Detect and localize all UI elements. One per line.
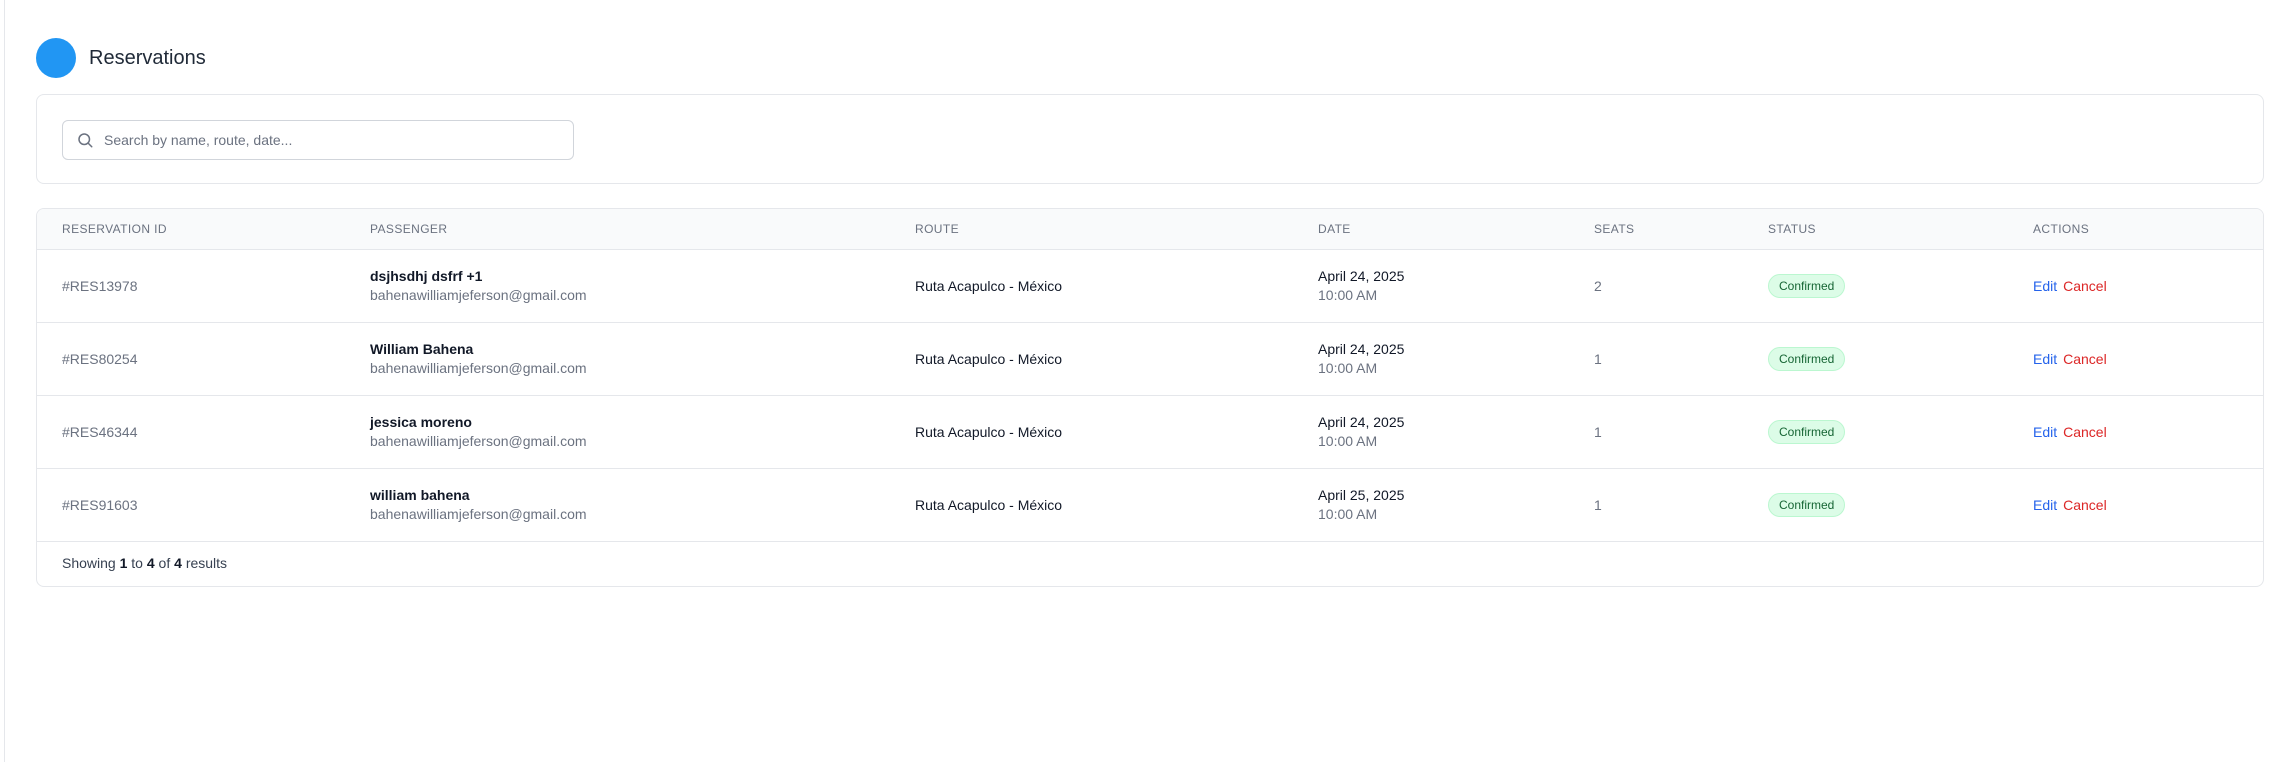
column-header-status: STATUS bbox=[1743, 209, 2008, 250]
pagination-to: 4 bbox=[146, 555, 155, 571]
reservation-id: #RES80254 bbox=[62, 350, 138, 367]
left-edge-divider bbox=[0, 0, 5, 762]
table-row: #RES13978 dsjhsdhj dsfrf +1 bahenawilliam… bbox=[37, 249, 2263, 322]
pagination-suffix: results bbox=[185, 555, 228, 571]
reservation-id: #RES13978 bbox=[62, 277, 138, 294]
search-box[interactable] bbox=[62, 120, 574, 160]
passenger-email: bahenawilliamjeferson@gmail.com bbox=[370, 433, 587, 449]
pagination-from: 1 bbox=[119, 555, 128, 571]
reservations-table-card: RESERVATION ID PASSENGER ROUTE DATE SEAT… bbox=[36, 208, 2264, 587]
search-input[interactable] bbox=[104, 132, 544, 148]
status-badge: Confirmed bbox=[1768, 273, 1846, 298]
route: Ruta Acapulco - México bbox=[915, 496, 1063, 513]
column-header-seats: SEATS bbox=[1569, 209, 1743, 250]
reservations-table: RESERVATION ID PASSENGER ROUTE DATE SEAT… bbox=[37, 209, 2263, 542]
table-row: #RES46344 jessica moreno bahenawilliamjef… bbox=[37, 395, 2263, 468]
passenger-name: William Bahena bbox=[370, 341, 474, 357]
route: Ruta Acapulco - México bbox=[915, 277, 1063, 294]
route: Ruta Acapulco - México bbox=[915, 423, 1063, 440]
page-header: Reservations bbox=[36, 38, 206, 78]
seats-count: 1 bbox=[1594, 350, 1602, 367]
passenger-email: bahenawilliamjeferson@gmail.com bbox=[370, 360, 587, 376]
column-header-date: DATE bbox=[1293, 209, 1569, 250]
passenger-name: dsjhsdhj dsfrf +1 bbox=[370, 268, 483, 284]
edit-button[interactable]: Edit bbox=[2033, 351, 2057, 367]
passenger-name: william bahena bbox=[370, 487, 470, 503]
search-icon bbox=[76, 130, 96, 150]
reservation-id: #RES46344 bbox=[62, 423, 138, 440]
seats-count: 1 bbox=[1594, 423, 1602, 440]
cancel-button[interactable]: Cancel bbox=[2063, 497, 2107, 513]
table-row: #RES91603 william bahena bahenawilliamjef… bbox=[37, 468, 2263, 541]
pagination-summary: Showing 1 to 4 of 4 results bbox=[37, 542, 2263, 585]
route: Ruta Acapulco - México bbox=[915, 350, 1063, 367]
cancel-button[interactable]: Cancel bbox=[2063, 351, 2107, 367]
pagination-of-word: of bbox=[158, 555, 171, 571]
reservation-time: 10:00 AM bbox=[1318, 287, 1378, 303]
edit-button[interactable]: Edit bbox=[2033, 424, 2057, 440]
passenger-email: bahenawilliamjeferson@gmail.com bbox=[370, 287, 587, 303]
reservation-date: April 24, 2025 bbox=[1318, 414, 1405, 430]
passenger-email: bahenawilliamjeferson@gmail.com bbox=[370, 506, 587, 522]
column-header-reservation-id: RESERVATION ID bbox=[37, 209, 345, 250]
reservation-date: April 24, 2025 bbox=[1318, 268, 1405, 284]
table-row: #RES80254 William Bahena bahenawilliamjef… bbox=[37, 322, 2263, 395]
status-badge: Confirmed bbox=[1768, 346, 1846, 371]
reservation-date: April 25, 2025 bbox=[1318, 487, 1405, 503]
page-title: Reservations bbox=[89, 46, 206, 69]
cancel-button[interactable]: Cancel bbox=[2063, 278, 2107, 294]
reservation-id: #RES91603 bbox=[62, 496, 138, 513]
column-header-actions: ACTIONS bbox=[2008, 209, 2263, 250]
reservation-time: 10:00 AM bbox=[1318, 360, 1378, 376]
search-card bbox=[36, 94, 2264, 184]
pagination-prefix: Showing bbox=[62, 555, 116, 571]
status-badge: Confirmed bbox=[1768, 419, 1846, 444]
edit-button[interactable]: Edit bbox=[2033, 278, 2057, 294]
reservation-date: April 24, 2025 bbox=[1318, 341, 1405, 357]
passenger-name: jessica moreno bbox=[370, 414, 472, 430]
table-header-row: RESERVATION ID PASSENGER ROUTE DATE SEAT… bbox=[37, 209, 2263, 250]
reservation-time: 10:00 AM bbox=[1318, 433, 1378, 449]
cancel-button[interactable]: Cancel bbox=[2063, 424, 2107, 440]
reservation-time: 10:00 AM bbox=[1318, 506, 1378, 522]
column-header-route: ROUTE bbox=[890, 209, 1293, 250]
status-badge: Confirmed bbox=[1768, 492, 1846, 517]
seats-count: 1 bbox=[1594, 496, 1602, 513]
pagination-to-word: to bbox=[131, 555, 143, 571]
column-header-passenger: PASSENGER bbox=[345, 209, 890, 250]
seats-count: 2 bbox=[1594, 277, 1602, 294]
pagination-total: 4 bbox=[174, 555, 182, 571]
app-logo-icon bbox=[36, 38, 76, 78]
edit-button[interactable]: Edit bbox=[2033, 497, 2057, 513]
